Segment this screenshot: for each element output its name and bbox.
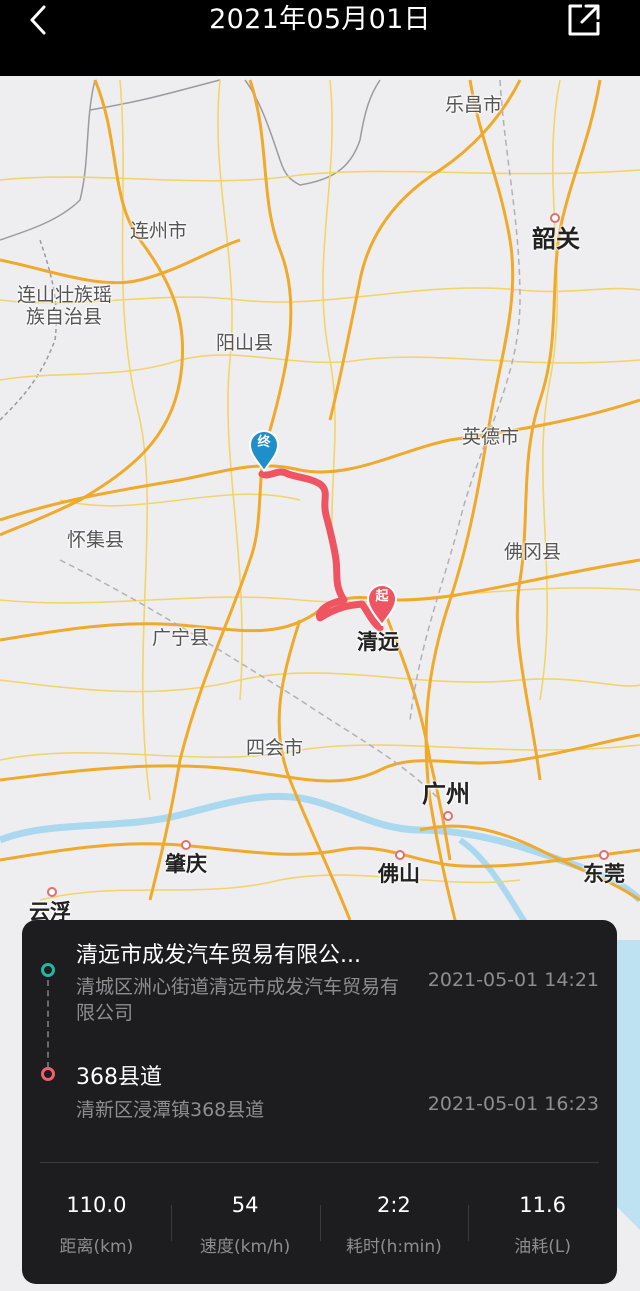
share-button[interactable] [564, 0, 604, 40]
city-label: 乐昌市 [445, 94, 503, 116]
city-label: 肇庆 [165, 852, 207, 876]
city-label: 阳山县 [216, 332, 274, 354]
stat-value: 11.6 [519, 1193, 566, 1217]
end-location-name: 368县道 [76, 1065, 162, 1090]
start-location-address: 清城区洲心街道清远市成发汽车贸易有限公司 [76, 976, 400, 1024]
start-dot-icon [41, 963, 55, 977]
city-label: 怀集县 [67, 529, 125, 551]
city-label: 佛山 [378, 862, 420, 886]
end-location-address: 清新区浸潭镇368县道 [76, 1099, 265, 1121]
stat-label: 速度(km/h) [200, 1237, 291, 1257]
stat-fuel: 11.6 油耗(L) [468, 1163, 617, 1284]
city-label: 连州市 [130, 220, 188, 242]
end-dot-icon [41, 1067, 55, 1081]
share-external-icon [568, 4, 600, 36]
city-label: 佛冈县 [504, 541, 562, 563]
trip-summary-card: 清远市成发汽车贸易有限公... 清城区洲心街道清远市成发汽车贸易有限公司 202… [22, 920, 617, 1284]
city-label: 清远 [357, 630, 399, 654]
top-bar: 2021年05月01日 [0, 0, 640, 76]
stat-value: 110.0 [66, 1193, 127, 1217]
trip-stats: 110.0 距离(km) 54 速度(km/h) 2:2 耗时(h:min) 1… [22, 1163, 617, 1284]
city-label: 广宁县 [152, 627, 210, 649]
city-label: 族自治县 [26, 306, 103, 328]
city-label: 四会市 [246, 737, 304, 759]
start-location-pin[interactable]: 起 [366, 584, 398, 627]
stat-label: 耗时(h:min) [345, 1237, 442, 1257]
city-label: 东莞 [583, 862, 625, 886]
start-pin-label: 起 [375, 589, 389, 604]
stat-distance: 110.0 距离(km) [22, 1163, 171, 1284]
page-title: 2021年05月01日 [209, 4, 431, 35]
timeline-connector [47, 980, 49, 1068]
end-pin-label: 终 [257, 435, 271, 450]
end-location-pin[interactable]: 终 [248, 430, 280, 473]
stat-speed: 54 速度(km/h) [170, 1163, 320, 1284]
city-label: 广州 [422, 780, 470, 808]
stat-label: 油耗(L) [514, 1237, 571, 1257]
stat-value: 54 [231, 1193, 259, 1217]
city-label: 连山壮族瑶 [17, 284, 113, 306]
trip-detail-screen: 2021年05月01日 乐昌市 连州市 韶关 连山壮族瑶 族自治县 阳山县 英德… [0, 0, 640, 1291]
city-label: 韶关 [532, 225, 580, 253]
stat-value: 2:2 [376, 1193, 411, 1217]
city-label: 英德市 [462, 426, 520, 448]
stat-duration: 2:2 耗时(h:min) [319, 1163, 469, 1284]
start-time: 2021-05-01 14:21 [427, 969, 599, 991]
end-time: 2021-05-01 16:23 [427, 1093, 599, 1115]
stat-label: 距离(km) [59, 1237, 134, 1257]
start-location-name: 清远市成发汽车贸易有限公... [76, 943, 361, 968]
